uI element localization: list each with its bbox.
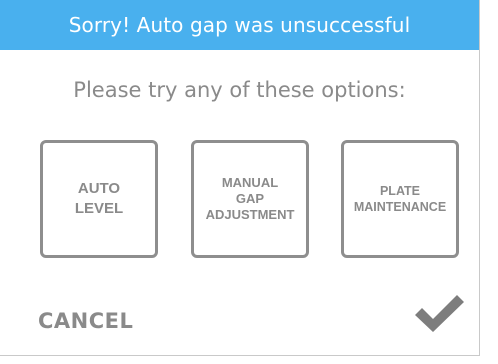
dialog-prompt: Please try any of these options: — [73, 78, 406, 102]
dialog-title: Sorry! Auto gap was unsuccessful — [0, 0, 479, 50]
auto-gap-error-dialog: Sorry! Auto gap was unsuccessful Please … — [0, 0, 480, 356]
plate-maintenance-label: PLATE MAINTENANCE — [353, 184, 447, 214]
auto-level-button[interactable]: AUTO LEVEL — [40, 140, 158, 258]
manual-gap-adjustment-button[interactable]: MANUAL GAP ADJUSTMENT — [191, 140, 309, 258]
plate-maintenance-button[interactable]: PLATE MAINTENANCE — [341, 140, 459, 258]
manual-gap-adjustment-label: MANUAL GAP ADJUSTMENT — [205, 175, 295, 222]
auto-level-label: AUTO LEVEL — [74, 180, 124, 217]
cancel-button[interactable]: CANCEL — [38, 309, 133, 333]
confirm-button[interactable] — [412, 290, 466, 334]
checkmark-icon — [415, 295, 464, 332]
